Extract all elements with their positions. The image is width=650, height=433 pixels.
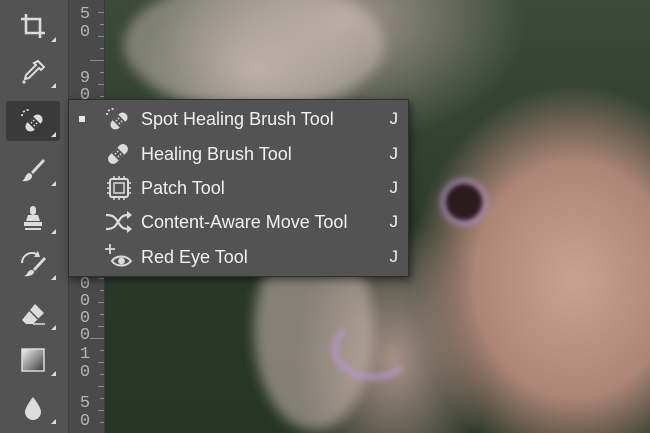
ruler-tick [98,84,104,85]
crop-tool-button[interactable] [6,6,60,46]
eye [434,172,494,232]
tool-group-indicator [51,229,56,234]
ruler-label: 0 [79,363,91,382]
menu-item-content-aware-move-tool[interactable]: Content-Aware Move Tool J [69,205,408,239]
selected-indicator [79,116,85,122]
eyedropper-tool-button[interactable] [6,52,60,92]
tools-panel [0,0,69,433]
tool-group-indicator [51,83,56,88]
ruler-label: 0 [79,412,91,431]
tool-group-indicator [51,132,56,137]
clone-stamp-icon [24,206,42,230]
brush-icon [22,159,45,182]
brush-tool-button[interactable] [6,150,60,190]
blur-tool-button[interactable] [6,388,60,428]
ruler-tick [98,326,104,327]
spot-healing-brush-icon [21,109,43,132]
shortcut-key: J [389,212,399,231]
menu-item-healing-brush-tool[interactable]: Healing Brush Tool J [69,137,408,171]
ruler-tick [98,278,104,279]
menu-item-label: Content-Aware Move Tool [141,211,348,232]
ruler-label: 0 [79,309,91,328]
tool-group-indicator [51,181,56,186]
ruler-tick [100,422,104,423]
ruler-label: 1 [79,345,91,364]
menu-item-label: Patch Tool [141,177,225,198]
ruler-tick [100,398,104,399]
ruler-tick [100,290,104,291]
ruler-tick [98,36,104,37]
ruler-tick [100,374,104,375]
spot-healing-brush-tool-button[interactable] [6,101,60,141]
menu-item-patch-tool[interactable]: Patch Tool J [69,171,408,205]
ruler-tick [98,386,104,387]
ruler-label: 5 [79,5,91,24]
ruler-label: 0 [79,23,91,42]
tool-group-indicator [51,37,56,42]
ruler-label: 0 [79,326,91,345]
history-brush-tool-button[interactable] [6,244,60,284]
healing-brush-icon [101,139,135,169]
tool-group-indicator [51,371,56,376]
ruler-tick [90,338,104,339]
ruler-tick [98,362,104,363]
ruler-label: 0 [79,292,91,311]
healing-tools-flyout-menu: Spot Healing Brush Tool J Healing Brush … [68,99,409,277]
clone-stamp-tool-button[interactable] [6,198,60,238]
eyedropper-icon [22,59,46,84]
menu-item-label: Spot Healing Brush Tool [141,108,334,129]
content-aware-move-icon [101,207,135,237]
tool-group-indicator [51,325,56,330]
ruler-tick [100,314,104,315]
shortcut-key: J [389,109,399,128]
shortcut-key: J [389,247,399,266]
ruler-label: 0 [79,275,91,294]
ruler-tick [100,350,104,351]
eraser-icon [22,304,45,325]
ruler-tick [98,410,104,411]
ruler-tick [90,60,104,61]
spot-healing-brush-icon [101,104,135,134]
eraser-tool-button[interactable] [6,294,60,334]
menu-item-spot-healing-brush-tool[interactable]: Spot Healing Brush Tool J [69,102,408,136]
shortcut-key: J [389,178,399,197]
blur-drop-icon [25,397,41,420]
history-brush-icon [21,251,46,277]
menu-item-label: Healing Brush Tool [141,143,292,164]
ruler-label: 5 [79,394,91,413]
crop-icon [21,14,45,38]
menu-item-red-eye-tool[interactable]: Red Eye Tool J [69,240,408,274]
shortcut-key: J [389,144,399,163]
patch-icon [101,173,135,203]
ruler-tick [100,72,104,73]
red-eye-icon [101,242,135,272]
hair-highlight [124,0,384,110]
ruler-tick [100,96,104,97]
ruler-tick [98,12,104,13]
ruler-tick [100,24,104,25]
gradient-icon [21,348,45,372]
ruler-label: 9 [79,69,91,88]
ruler-tick [100,48,104,49]
menu-item-label: Red Eye Tool [141,246,248,267]
ruler-tick [98,302,104,303]
tool-group-indicator [51,275,56,280]
gradient-tool-button[interactable] [6,340,60,380]
lip-highlight [332,318,414,380]
tool-group-indicator [51,419,56,424]
